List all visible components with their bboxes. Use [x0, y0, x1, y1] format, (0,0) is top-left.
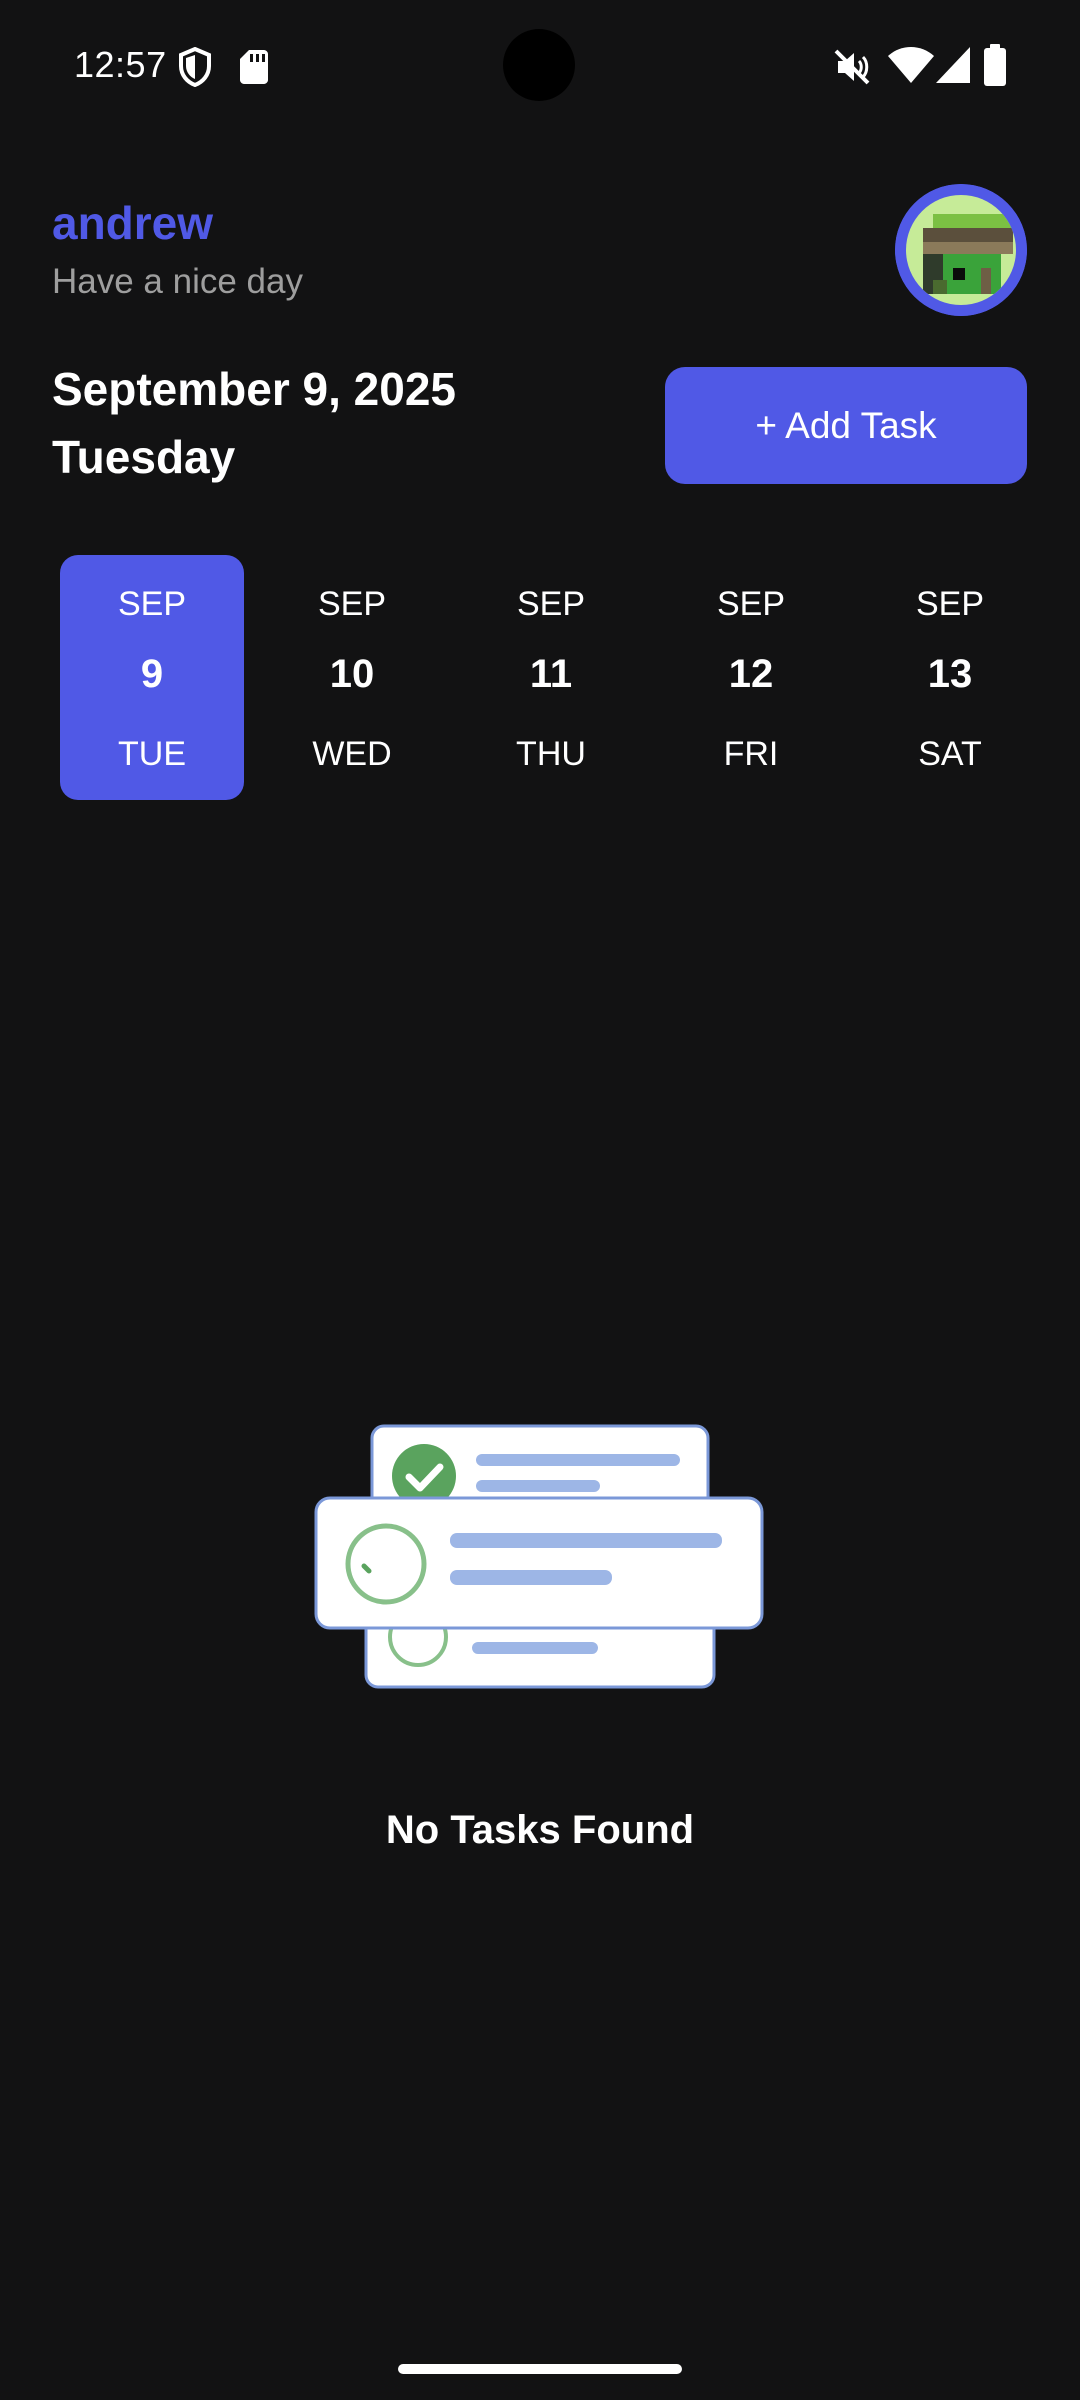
day-weekday: TUE	[118, 735, 186, 773]
day-item-sep-9[interactable]: SEP 9 TUE	[60, 555, 244, 800]
date-picker-strip: SEP 9 TUE SEP 10 WED SEP 11 THU SEP 12 F…	[60, 555, 1050, 800]
day-month: SEP	[317, 585, 387, 623]
shield-icon	[179, 47, 211, 87]
task-home-screen: 12:57 andrew Have a nice day September 9…	[0, 0, 1080, 2400]
day-item-sep-11[interactable]: SEP 11 THU	[459, 555, 643, 800]
current-date: September 9, 2025	[52, 363, 457, 415]
pixel-avatar-icon	[895, 184, 1027, 316]
day-item-sep-13[interactable]: SEP 13 SAT	[858, 555, 1042, 800]
greeting-label: Have a nice day	[52, 262, 303, 301]
day-weekday: SAT	[918, 735, 982, 773]
current-weekday: Tuesday	[52, 431, 236, 483]
day-weekday: FRI	[723, 735, 779, 773]
profile-avatar[interactable]	[895, 184, 1027, 316]
empty-state-message: No Tasks Found	[385, 1808, 695, 1852]
day-item-sep-10[interactable]: SEP 10 WED	[260, 555, 444, 800]
status-time: 12:57	[74, 44, 167, 85]
day-number: 11	[529, 652, 573, 696]
day-month: SEP	[516, 585, 586, 623]
day-item-sep-12[interactable]: SEP 12 FRI	[659, 555, 843, 800]
status-bar: 12:57	[0, 0, 1080, 132]
vibrate-off-icon	[834, 49, 870, 85]
empty-tasks-illustration	[314, 1424, 764, 1689]
add-task-button[interactable]: + Add Task	[665, 367, 1027, 484]
day-number: 12	[728, 652, 774, 696]
day-month: SEP	[915, 585, 985, 623]
day-number: 10	[329, 652, 375, 696]
username-label: andrew	[52, 197, 214, 249]
day-number: 9	[140, 652, 164, 696]
day-month: SEP	[117, 585, 187, 623]
day-month: SEP	[716, 585, 786, 623]
home-indicator[interactable]	[398, 2364, 682, 2374]
front-camera-cutout	[503, 29, 575, 101]
sd-card-icon	[240, 50, 268, 84]
day-weekday: THU	[516, 735, 586, 773]
day-weekday: WED	[312, 735, 392, 773]
signal-icon	[936, 47, 970, 83]
battery-icon	[984, 44, 1006, 86]
wifi-icon	[888, 47, 934, 83]
day-number: 13	[927, 652, 973, 696]
